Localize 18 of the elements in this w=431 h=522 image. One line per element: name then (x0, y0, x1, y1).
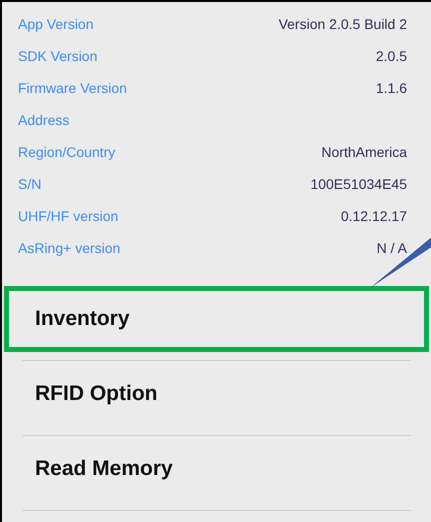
info-label: Address (18, 110, 70, 130)
menu-item[interactable]: Inventory (4, 286, 429, 352)
menu-item[interactable]: Read Memory (4, 436, 429, 502)
info-value: N / A (376, 238, 407, 258)
info-value: 0.12.12.17 (340, 206, 407, 226)
info-value: Version 2.0.5 Build 2 (278, 14, 407, 34)
info-value: 2.0.5 (376, 46, 407, 66)
info-label: Firmware Version (18, 78, 127, 98)
info-label: App Version (18, 14, 94, 34)
info-value: NorthAmerica (321, 142, 407, 162)
info-label: SDK Version (18, 46, 98, 66)
info-label: S/N (18, 174, 42, 194)
info-value: 100E51034E45 (310, 174, 407, 194)
menu-item[interactable]: RFID Option (4, 361, 429, 427)
info-label: Region/Country (18, 142, 116, 162)
info-value: 1.1.6 (376, 78, 407, 98)
info-label: AsRing+ version (18, 238, 120, 258)
info-label: UHF/HF version (18, 206, 118, 226)
